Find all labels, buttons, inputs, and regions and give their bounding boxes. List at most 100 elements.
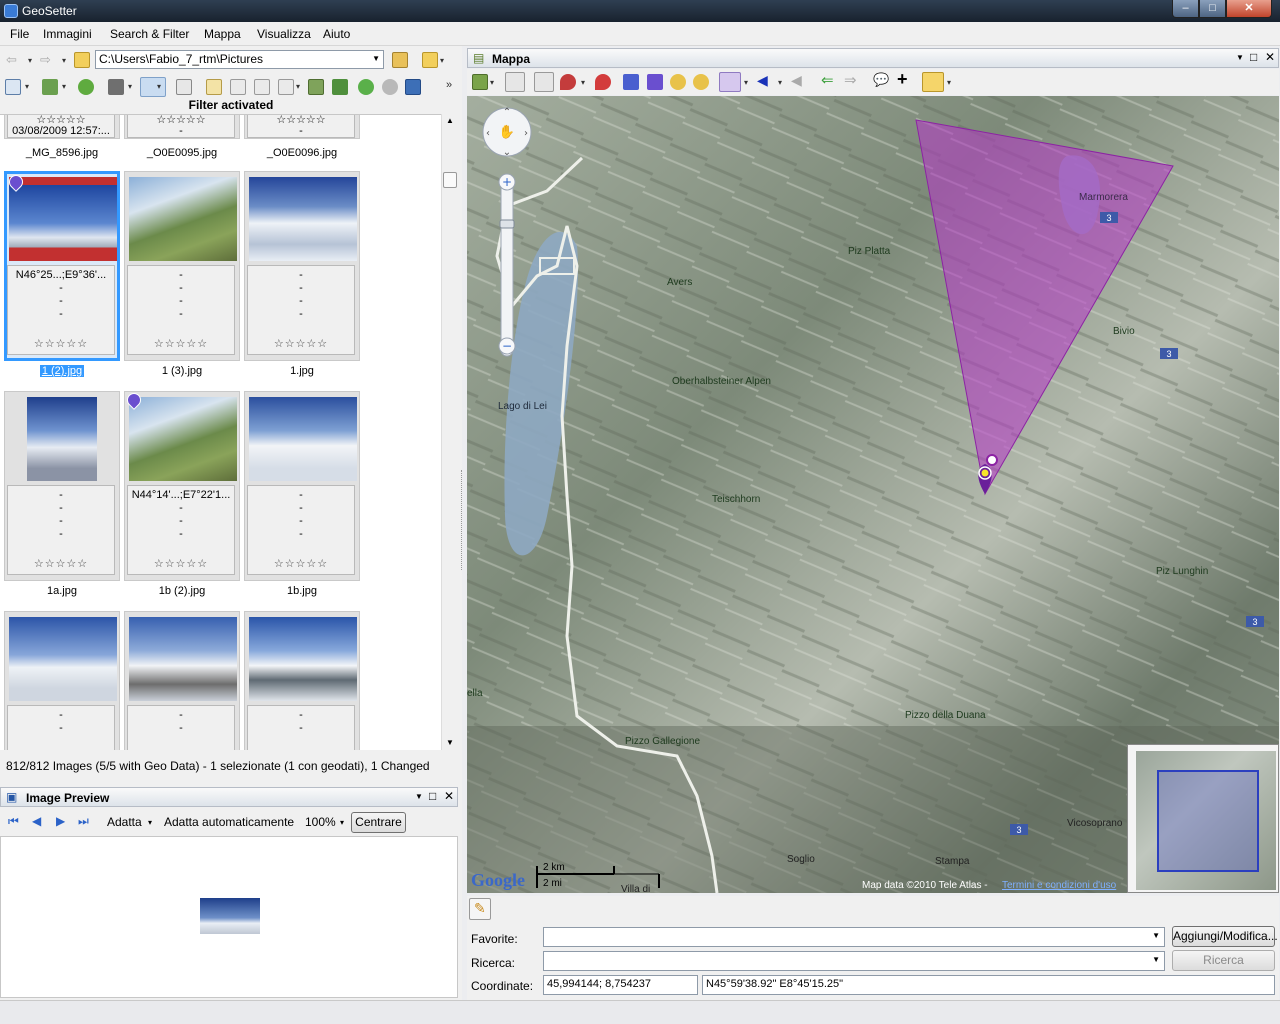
thumbnail-card[interactable]: - - - - ☆☆☆☆☆ xyxy=(4,391,120,581)
panel-float-icon[interactable]: □ xyxy=(1250,50,1257,64)
close-button[interactable]: ✕ xyxy=(1226,0,1272,18)
pan-up-icon[interactable]: ⌃ xyxy=(503,107,511,118)
zoom-positions-icon[interactable] xyxy=(670,74,686,90)
search-select[interactable]: ▼ xyxy=(543,951,1165,971)
sort-dropdown-icon[interactable]: ▾ xyxy=(62,82,66,91)
map-type-dropdown-icon[interactable]: ▾ xyxy=(490,78,494,87)
direction-dropdown-icon[interactable]: ▾ xyxy=(778,78,782,87)
calendar-dropdown-icon[interactable]: ▾ xyxy=(128,82,132,91)
select-icon[interactable] xyxy=(176,79,192,95)
thumbnail-card[interactable]: - - xyxy=(244,611,360,750)
speech-bubble-icon[interactable]: 💬 xyxy=(873,72,889,88)
zoom-in-icon[interactable]: + xyxy=(502,175,512,189)
zoom-handle[interactable] xyxy=(499,219,515,229)
zoom-dropdown-icon[interactable]: ▾ xyxy=(340,818,344,827)
back-icon[interactable]: ⇦ xyxy=(6,52,17,68)
map-view[interactable]: 3 3 3 3 Marmorera Piz Platta Avers Bivio… xyxy=(467,96,1279,893)
paste-special-icon[interactable] xyxy=(278,79,294,95)
view-mode-dropdown-icon[interactable]: ▾ xyxy=(25,82,29,91)
center-button[interactable]: Centrare xyxy=(351,812,406,833)
star-rating[interactable]: ☆☆☆☆☆ xyxy=(128,558,234,571)
folder-up-icon[interactable] xyxy=(74,52,90,68)
show-all-positions-icon[interactable] xyxy=(647,74,663,90)
scroll-down-icon[interactable]: ▼ xyxy=(446,738,454,747)
zoom-slider[interactable]: + − xyxy=(498,173,516,357)
chevron-down-icon[interactable]: ▼ xyxy=(372,52,380,65)
thumbnail-card[interactable]: - - - - ☆☆☆☆☆ xyxy=(124,171,240,361)
edit-pencil-button[interactable]: ✎ xyxy=(469,898,491,920)
panel-float-icon[interactable]: □ xyxy=(429,789,436,803)
sort-icon[interactable] xyxy=(42,79,58,95)
map-type-icon[interactable] xyxy=(472,74,488,90)
thumbnail-card[interactable]: - - - - ☆☆☆☆☆ xyxy=(244,391,360,581)
filter-dropdown-icon[interactable]: ▾ xyxy=(157,82,161,91)
red-marker-icon[interactable] xyxy=(534,72,554,92)
panel-menu-icon[interactable]: ▼ xyxy=(1236,53,1244,62)
chevron-down-icon[interactable]: ▼ xyxy=(1152,931,1160,940)
thumbnail-partial[interactable]: ☆☆☆☆☆ - xyxy=(124,115,240,139)
favorites-dropdown-icon[interactable]: ▾ xyxy=(947,78,951,87)
show-positions-icon[interactable] xyxy=(623,74,639,90)
selected-filename[interactable]: 1 (2).jpg xyxy=(39,365,85,377)
path-input[interactable]: C:\Users\Fabio_7_rtm\Pictures ▼ xyxy=(95,50,384,69)
forward-dropdown-icon[interactable]: ▾ xyxy=(62,56,66,65)
forward-arrow-icon[interactable]: ⇒ xyxy=(844,71,857,89)
star-rating[interactable]: ☆☆☆☆☆ xyxy=(248,558,354,571)
thumbnail-scrollbar[interactable]: ▲ ▼ xyxy=(441,114,458,750)
scroll-up-icon[interactable]: ▲ xyxy=(446,116,454,125)
go-to-marker-icon[interactable] xyxy=(595,74,611,90)
direction-left-icon[interactable]: ◀ xyxy=(757,72,768,89)
first-image-icon[interactable]: ⏮ xyxy=(8,814,19,829)
thumbnail-card[interactable]: N44°14'...;E7°22'1... - - - ☆☆☆☆☆ xyxy=(124,390,240,581)
panel-close-icon[interactable]: ✕ xyxy=(1265,50,1275,64)
add-modify-button[interactable]: Aggiungi/Modifica... xyxy=(1172,926,1278,947)
open-folder-dropdown-icon[interactable]: ▾ xyxy=(440,56,444,65)
crosshair-icon[interactable]: + xyxy=(897,69,908,90)
multi-marker-icon[interactable] xyxy=(560,74,576,90)
calendar-icon[interactable] xyxy=(108,79,124,95)
marker-dropdown-icon[interactable]: ▾ xyxy=(581,78,585,87)
pan-down-icon[interactable]: ⌄ xyxy=(503,147,511,158)
thumbnail-card[interactable]: N46°25...;E9°36'... - - - ☆☆☆☆☆ xyxy=(4,171,120,361)
auto-fit-button[interactable]: Adatta automaticamente xyxy=(164,815,294,829)
hand-pan-icon[interactable]: ✋ xyxy=(499,124,515,140)
map-assign-icon[interactable] xyxy=(308,79,324,95)
menu-mappa[interactable]: Mappa xyxy=(204,27,241,41)
fit-button[interactable]: Adatta xyxy=(107,815,142,829)
filter-icon[interactable] xyxy=(140,77,166,97)
coordinates-dms-field[interactable]: N45°59'38.92" E8°45'15.25" xyxy=(702,975,1275,995)
pan-left-icon[interactable]: ‹ xyxy=(486,128,490,139)
previous-image-icon[interactable]: ◀ xyxy=(32,814,41,828)
star-rating[interactable]: ☆☆☆☆☆ xyxy=(8,338,114,351)
thumbnail-card[interactable]: - - xyxy=(124,611,240,750)
menu-aiuto[interactable]: Aiuto xyxy=(323,27,350,41)
refresh-icon[interactable] xyxy=(78,79,94,95)
menu-file[interactable]: File xyxy=(10,27,29,41)
overview-map[interactable] xyxy=(1127,744,1279,893)
menu-visualizza[interactable]: Visualizza xyxy=(257,27,311,41)
thumbnail-partial[interactable]: ☆☆☆☆☆ 03/08/2009 12:57:... xyxy=(4,115,120,139)
coordinates-decimal-field[interactable]: 45,994144; 8,754237 xyxy=(543,975,698,995)
panel-menu-icon[interactable]: ▼ xyxy=(415,792,423,801)
copy-icon[interactable] xyxy=(230,79,246,95)
scroll-thumb[interactable] xyxy=(443,172,457,188)
undo-icon[interactable] xyxy=(358,79,374,95)
back-arrow-icon[interactable]: ⇐ xyxy=(821,71,834,89)
menu-immagini[interactable]: Immagini xyxy=(43,27,92,41)
favorite-select[interactable]: ▼ xyxy=(543,927,1165,947)
chevron-down-icon[interactable]: ▼ xyxy=(1152,955,1160,964)
star-rating[interactable]: ☆☆☆☆☆ xyxy=(128,338,234,351)
direction-handle[interactable] xyxy=(986,454,998,466)
search-map-icon[interactable] xyxy=(693,74,709,90)
zoom-out-icon[interactable]: − xyxy=(502,339,512,353)
direction-disabled-icon[interactable]: ◀ xyxy=(791,72,802,89)
view-mode-icon[interactable] xyxy=(5,79,21,95)
thumbnail-card[interactable]: - - xyxy=(4,611,120,750)
panel-splitter[interactable] xyxy=(459,470,465,570)
thumbnail-partial[interactable]: ☆☆☆☆☆ - xyxy=(244,115,360,139)
thumbnail-filename-selected[interactable]: 1 (2).jpg xyxy=(4,365,120,377)
forward-icon[interactable]: ⇨ xyxy=(40,52,51,68)
search-button[interactable]: Ricerca xyxy=(1172,950,1275,971)
back-dropdown-icon[interactable]: ▾ xyxy=(28,56,32,65)
last-image-icon[interactable]: ⏭ xyxy=(78,814,89,829)
